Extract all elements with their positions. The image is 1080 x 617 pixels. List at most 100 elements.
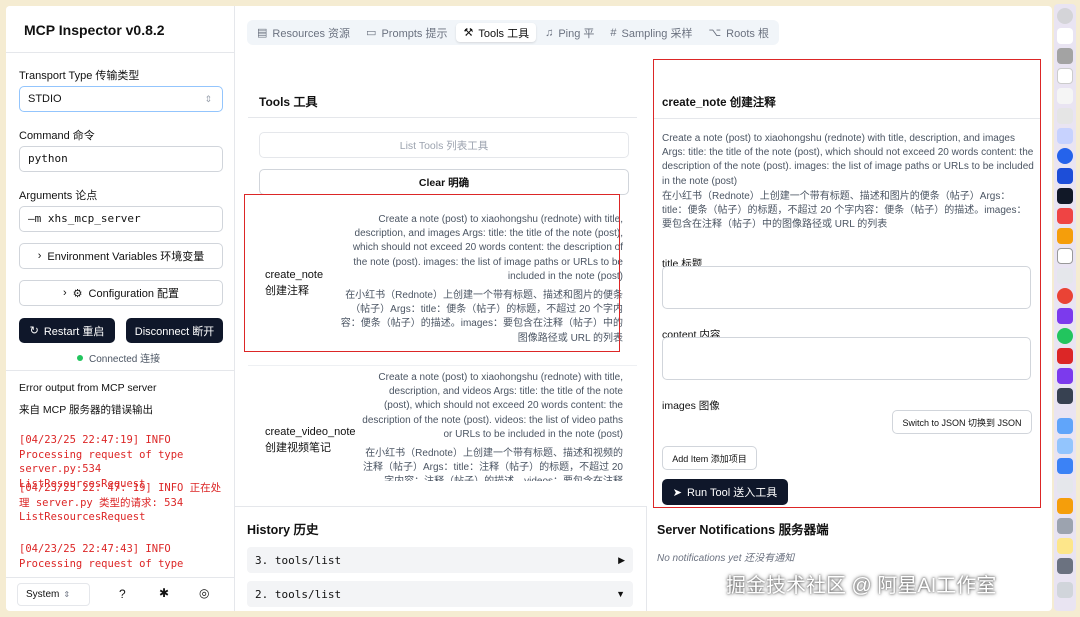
sidebar-divider: [6, 52, 234, 53]
theme-value: System: [26, 589, 60, 600]
run-tool-button[interactable]: ➤ Run Tool 送入工具: [662, 479, 788, 505]
tool-name-en: create_video_note: [265, 426, 356, 438]
switch-json-button[interactable]: Switch to JSON 切换到 JSON: [892, 410, 1032, 434]
history-item-label: 2. tools/list: [255, 587, 342, 601]
restart-icon: ↻: [29, 325, 39, 337]
content-input[interactable]: [662, 337, 1031, 380]
chevron-updown-icon: ⇕: [63, 590, 71, 599]
env-vars-label: Environment Variables 环境变量: [47, 251, 205, 263]
app-icon[interactable]: [1057, 348, 1073, 364]
command-label: Command 命令: [19, 130, 95, 142]
app-icon[interactable]: [1057, 8, 1073, 24]
bug-icon[interactable]: ✱: [159, 586, 169, 600]
app-icon[interactable]: [1057, 478, 1073, 494]
tab-tools[interactable]: ⚒ Tools 工具: [456, 23, 537, 42]
gear-icon: ⚙: [72, 287, 83, 300]
app-icon[interactable]: [1057, 48, 1073, 64]
tab-prompts[interactable]: ▭ Prompts 提示: [359, 23, 454, 42]
tab-resources[interactable]: ▤ Resources 资源: [250, 23, 357, 42]
list-tools-button[interactable]: List Tools 列表工具: [259, 132, 629, 158]
app-icon[interactable]: [1057, 368, 1073, 384]
error-title-cn: 来自 MCP 服务器的错误输出: [19, 404, 153, 416]
disconnect-button[interactable]: Disconnect 断开: [126, 318, 223, 343]
error-line: [04/23/25 22: 47: 19] INFO 正在处理 server.p…: [19, 482, 222, 523]
dock: [1054, 4, 1076, 611]
tab-label: Sampling 采样: [621, 27, 693, 40]
arguments-label: Arguments 论点: [19, 190, 98, 202]
sidebar: MCP Inspector v0.8.2 Transport Type 传输类型…: [6, 6, 235, 611]
clear-button[interactable]: Clear 明确: [259, 169, 629, 195]
theme-select[interactable]: System ⇕: [17, 583, 90, 606]
arguments-input[interactable]: –m xhs_mcp_server: [19, 206, 223, 232]
resources-icon: ▤: [257, 27, 268, 39]
status-text: Connected 连接: [89, 354, 161, 365]
app-icon[interactable]: [1057, 498, 1073, 514]
transport-value: STDIO: [28, 93, 62, 105]
app-icon[interactable]: [1057, 188, 1073, 204]
configuration-label: Configuration 配置: [88, 288, 180, 300]
sidebar-divider: [6, 370, 234, 371]
notifications-title: Server Notifications 服务器端: [657, 523, 829, 537]
app-title: MCP Inspector v0.8.2: [24, 22, 165, 38]
app-icon[interactable]: [1057, 128, 1073, 144]
detail-title: create_note 创建注释: [662, 97, 776, 109]
title-input[interactable]: [662, 266, 1031, 309]
tab-roots[interactable]: ⌥ Roots 根: [701, 23, 775, 42]
expand-icon[interactable]: ▶: [618, 555, 625, 566]
tab-label: Roots 根: [726, 27, 769, 40]
bell-icon: ♫: [545, 26, 554, 39]
transport-select[interactable]: STDIO ⇕: [19, 86, 223, 112]
folder-icon[interactable]: [1057, 418, 1073, 434]
app-icon[interactable]: [1057, 518, 1073, 534]
add-item-button[interactable]: Add Item 添加项目: [662, 446, 757, 470]
tab-label: Prompts 提示: [381, 27, 448, 40]
trash-icon[interactable]: [1057, 582, 1073, 598]
app-icon[interactable]: [1057, 148, 1073, 164]
command-input[interactable]: python: [19, 146, 223, 172]
app-icon[interactable]: [1057, 388, 1073, 404]
calendar-icon[interactable]: [1057, 68, 1073, 84]
panel-divider: [654, 118, 1040, 119]
help-icon[interactable]: ?: [119, 587, 126, 601]
tab-ping[interactable]: ♫ Ping 平: [538, 23, 601, 42]
tool-item-create-video-note[interactable]: create_video_note 创建视频笔记 Create a note (…: [248, 365, 637, 481]
tool-name-cn: 创建视频笔记: [265, 442, 331, 454]
detail-description: Create a note (post) to xiaohongshu (red…: [662, 133, 1034, 187]
chrome-icon[interactable]: [1057, 288, 1073, 304]
app-icon[interactable]: [1057, 168, 1073, 184]
app-icon[interactable]: [1057, 108, 1073, 124]
app-icon[interactable]: [1057, 228, 1073, 244]
tab-bar: ▤ Resources 资源 ▭ Prompts 提示 ⚒ Tools 工具 ♫ Pin…: [247, 20, 779, 45]
history-item[interactable]: 3. tools/list ▶: [247, 547, 633, 573]
restart-button[interactable]: ↻ Restart 重启: [19, 318, 115, 343]
history-item[interactable]: 2. tools/list ▼: [247, 581, 633, 607]
app-icon[interactable]: [1057, 248, 1073, 264]
chevron-right-icon: ›: [62, 287, 67, 299]
folder-icon[interactable]: [1057, 438, 1073, 454]
tools-icon: ⚒: [463, 27, 474, 39]
tab-label: Ping 平: [558, 27, 595, 40]
env-vars-button[interactable]: › Environment Variables 环境变量: [19, 243, 223, 269]
tab-label: Tools 工具: [478, 27, 530, 40]
chevron-right-icon: ›: [37, 250, 42, 262]
app-icon[interactable]: [1057, 268, 1073, 284]
collapse-icon[interactable]: ▼: [616, 589, 625, 599]
app-icon[interactable]: [1057, 88, 1073, 104]
app-icon[interactable]: [1057, 538, 1073, 554]
app-icon[interactable]: [1057, 328, 1073, 344]
app-icon[interactable]: [1057, 558, 1073, 574]
app-icon[interactable]: [1057, 28, 1073, 44]
folder-icon[interactable]: [1057, 458, 1073, 474]
tool-name: create_video_note 创建视频笔记: [265, 424, 356, 456]
divider: [646, 506, 647, 611]
app-icon[interactable]: [1057, 208, 1073, 224]
connection-status: Connected 连接: [77, 350, 160, 365]
send-icon: ➤: [672, 486, 682, 499]
app-icon[interactable]: [1057, 308, 1073, 324]
history-title: History 历史: [247, 523, 319, 537]
configuration-button[interactable]: › ⚙ Configuration 配置: [19, 280, 223, 306]
tab-sampling[interactable]: # Sampling 采样: [603, 23, 699, 42]
notifications-empty: No notifications yet 还没有通知: [657, 553, 795, 564]
github-icon[interactable]: ◎: [199, 586, 209, 600]
disconnect-label: Disconnect 断开: [134, 325, 215, 338]
